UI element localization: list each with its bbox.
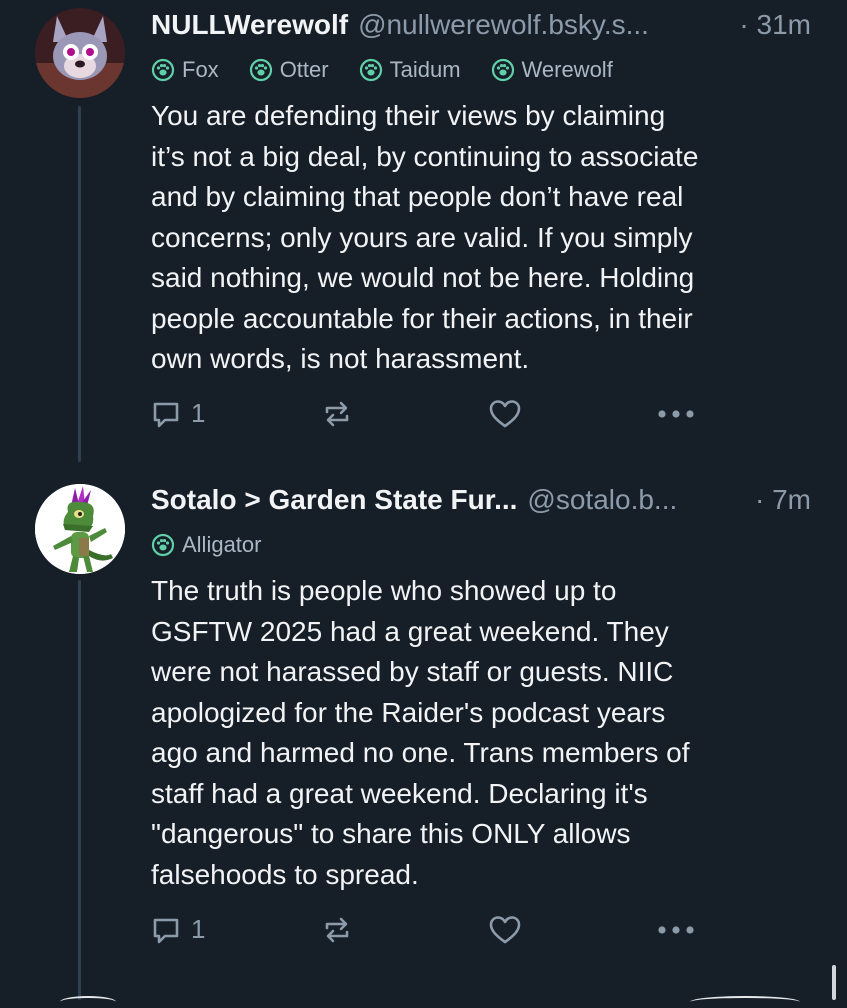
paw-badge-icon bbox=[359, 58, 382, 82]
more-options-button[interactable] bbox=[656, 924, 696, 936]
reply-bubble-icon bbox=[153, 402, 179, 427]
paw-badge-icon bbox=[151, 533, 175, 557]
thread-line bbox=[78, 580, 81, 1000]
paw-badge-icon bbox=[151, 58, 175, 82]
repost-icon bbox=[325, 917, 349, 943]
scrollbar[interactable] bbox=[832, 965, 836, 1000]
post-header: NULLWerewolf @nullwerewolf.bsky.s... · 3… bbox=[151, 5, 811, 45]
heart-icon bbox=[489, 400, 521, 428]
more-dots-icon bbox=[658, 926, 694, 934]
post-time[interactable]: · 7m bbox=[755, 484, 811, 516]
paw-badge-icon bbox=[249, 58, 272, 82]
repost-button[interactable] bbox=[321, 914, 353, 946]
author-name[interactable]: NULLWerewolf bbox=[151, 9, 348, 41]
tag-alligator[interactable]: Alligator bbox=[151, 532, 261, 558]
author-name[interactable]: Sotalo > Garden State Fur... bbox=[151, 484, 517, 516]
next-post-avatar-edge bbox=[60, 996, 116, 1008]
tag-label: Otter bbox=[279, 57, 329, 82]
author-handle[interactable]: @sotalo.b... bbox=[527, 484, 747, 516]
like-button[interactable] bbox=[488, 398, 522, 430]
post-actions: 1 bbox=[151, 914, 711, 950]
heart-icon bbox=[489, 916, 521, 944]
tag-label: Taidum bbox=[389, 57, 461, 82]
repost-button[interactable] bbox=[321, 398, 353, 430]
post-text: You are defending their views by claimin… bbox=[151, 100, 699, 374]
tag-label: Alligator bbox=[182, 532, 262, 557]
tag-werewolf[interactable]: Werewolf bbox=[491, 57, 613, 83]
reply-button[interactable]: 1 bbox=[151, 914, 205, 945]
floating-button-edge bbox=[690, 996, 800, 1008]
reply-bubble-icon bbox=[153, 918, 179, 943]
more-options-button[interactable] bbox=[656, 408, 696, 420]
post-header: Sotalo > Garden State Fur... @sotalo.b..… bbox=[151, 480, 811, 520]
tag-otter[interactable]: Otter bbox=[249, 57, 329, 83]
avatar-sotalo[interactable] bbox=[35, 484, 125, 574]
tag-taidum[interactable]: Taidum bbox=[359, 57, 461, 83]
reply-button[interactable]: 1 bbox=[151, 398, 205, 429]
thread-line bbox=[78, 106, 81, 462]
tag-fox[interactable]: Fox bbox=[151, 57, 219, 83]
tag-list: Alligator bbox=[151, 528, 291, 562]
like-button[interactable] bbox=[488, 914, 522, 946]
more-dots-icon bbox=[658, 410, 694, 418]
tag-list: Fox Otter Taidum Werewolf bbox=[151, 53, 643, 87]
post-actions: 1 bbox=[151, 398, 711, 434]
tag-label: Fox bbox=[182, 57, 219, 82]
reply-count: 1 bbox=[191, 398, 206, 428]
repost-icon bbox=[325, 401, 349, 427]
reply-count: 1 bbox=[191, 914, 206, 944]
paw-badge-icon bbox=[491, 58, 514, 82]
avatar-nullwerewolf[interactable] bbox=[35, 8, 125, 98]
tag-label: Werewolf bbox=[521, 57, 613, 82]
post-time[interactable]: · 31m bbox=[739, 9, 811, 41]
post-text: The truth is people who showed up to GSF… bbox=[151, 575, 690, 890]
author-handle[interactable]: @nullwerewolf.bsky.s... bbox=[358, 9, 731, 41]
